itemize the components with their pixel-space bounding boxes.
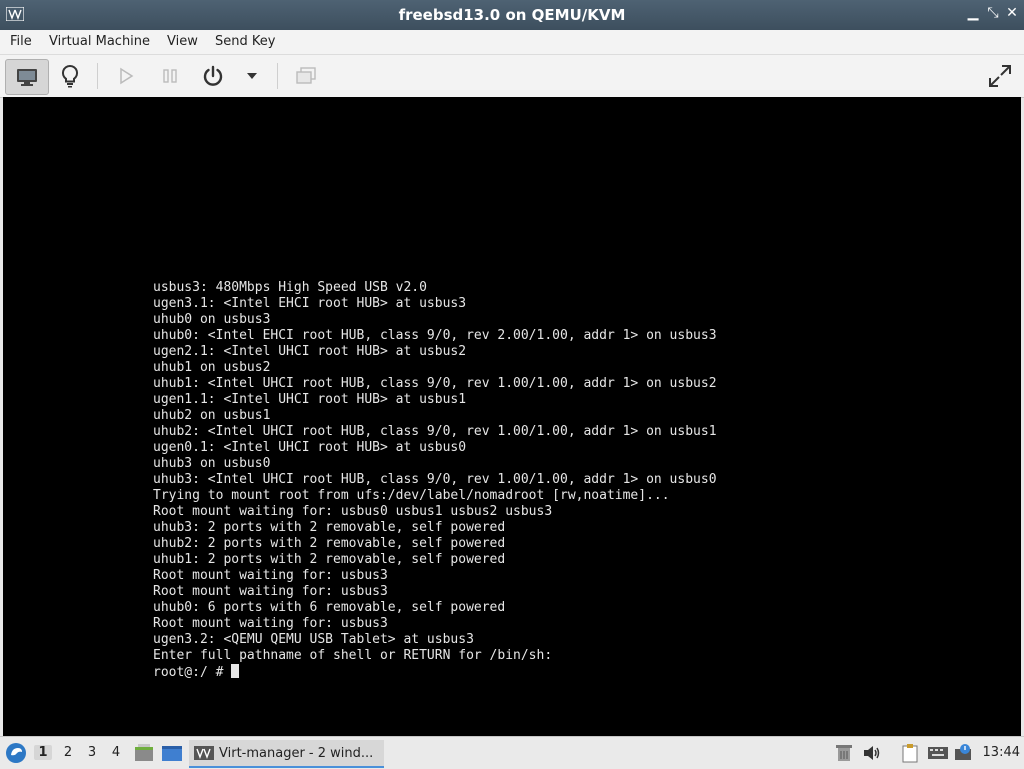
details-button[interactable] [52,59,88,93]
console-line: uhub1: <Intel UHCI root HUB, class 9/0, … [153,376,717,391]
workspace-2-button[interactable]: 2 [59,745,77,760]
file-manager-launcher[interactable] [133,743,155,767]
console-line: uhub3: 2 ports with 2 removable, self po… [153,520,506,535]
fullscreen-button[interactable] [982,59,1018,93]
console-line: ugen1.1: <Intel UHCI root HUB> at usbus1 [153,392,467,407]
chevron-down-icon [247,73,257,79]
pause-button[interactable] [156,59,184,93]
run-button[interactable] [112,59,140,93]
trash-tray-icon[interactable] [835,743,853,767]
console-line: uhub0: 6 ports with 6 removable, self po… [153,600,506,615]
toolbar-separator [97,63,98,89]
console-line: uhub0: <Intel EHCI root HUB, class 9/0, … [153,328,717,343]
play-icon [120,67,134,85]
console-prompt: root@:/ # [153,665,232,680]
console-line: ugen2.1: <Intel UHCI root HUB> at usbus2 [153,344,467,359]
virt-manager-icon [194,746,214,760]
graphical-console-button[interactable] [5,59,49,95]
console-line: uhub2: 2 ports with 2 removable, self po… [153,536,506,551]
taskbar-task-virt-manager[interactable]: Virt-manager - 2 wind... [189,740,384,768]
console-line: uhub1: 2 ports with 2 removable, self po… [153,552,506,567]
lightbulb-icon [61,64,79,88]
window-titlebar[interactable]: freebsd13.0 on QEMU/KVM ▁ ⤡ ✕ [0,0,1024,30]
volume-button[interactable] [862,743,882,767]
clipboard-icon [902,744,918,763]
text-cursor [231,664,240,678]
taskbar: 1 2 3 4 Virt-manager - 2 wind... 13:44 [0,736,1024,769]
clipboard-button[interactable] [900,743,920,767]
workspace-3-button[interactable]: 3 [83,745,101,760]
console-line: ugen3.2: <QEMU QEMU USB Tablet> at usbus… [153,632,474,647]
shutdown-menu-button[interactable] [240,59,264,93]
shutdown-button[interactable] [198,59,228,93]
toolbar-separator [277,63,278,89]
vm-console[interactable]: usbus3: 480Mbps High Speed USB v2.0 ugen3… [3,97,1021,736]
fullscreen-icon [989,65,1011,87]
workspace-4-button[interactable]: 4 [107,745,125,760]
maximize-icon[interactable]: ⤡ [984,5,1002,21]
menu-file[interactable]: File [10,34,32,49]
trash-icon [836,745,852,761]
menu-send-key[interactable]: Send Key [215,34,275,49]
minimize-icon[interactable]: ▁ [964,5,982,21]
toolbar [0,55,1024,98]
window-title: freebsd13.0 on QEMU/KVM [398,6,626,24]
desktop-launcher[interactable] [161,743,183,767]
console-line: uhub3: <Intel UHCI root HUB, class 9/0, … [153,472,717,487]
console-line: ugen3.1: <Intel EHCI root HUB> at usbus3 [153,296,467,311]
console-line: uhub2: <Intel UHCI root HUB, class 9/0, … [153,424,717,439]
console-line: Root mount waiting for: usbus3 [153,616,388,631]
lxqt-start-icon [6,743,26,763]
task-label: Virt-manager - 2 wind... [219,745,374,761]
update-notifier-button[interactable] [953,743,973,767]
console-line: ugen0.1: <Intel UHCI root HUB> at usbus0 [153,440,467,455]
console-line: uhub2 on usbus1 [153,408,271,423]
console-line: Root mount waiting for: usbus0 usbus1 us… [153,504,553,519]
monitor-icon [17,69,37,86]
menu-virtual-machine[interactable]: Virtual Machine [49,34,150,49]
console-line: Trying to mount root from ufs:/dev/label… [153,488,670,503]
workspace-1-button[interactable]: 1 [34,745,52,760]
console-output: usbus3: 480Mbps High Speed USB v2.0 ugen3… [153,280,717,681]
show-desktop-icon [162,746,182,761]
snapshots-button[interactable] [291,59,321,93]
power-icon [203,65,223,86]
console-prompt-line[interactable]: root@:/ # [153,664,717,681]
pause-icon [163,69,177,83]
console-line: uhub0 on usbus3 [153,312,271,327]
menubar: File Virtual Machine View Send Key [0,30,1024,55]
menu-view[interactable]: View [167,34,198,49]
clock[interactable]: 13:44 [983,745,1020,760]
console-line: Enter full pathname of shell or RETURN f… [153,648,553,663]
console-line: uhub1 on usbus2 [153,360,271,375]
close-icon[interactable]: ✕ [1003,5,1021,21]
console-line: Root mount waiting for: usbus3 [153,584,388,599]
notification-icon [955,744,971,760]
volume-icon [864,746,880,760]
start-menu-button[interactable] [5,742,27,768]
snapshot-icon [296,67,316,84]
console-line: usbus3: 480Mbps High Speed USB v2.0 [153,280,427,295]
file-manager-icon [135,744,153,761]
keyboard-layout-button[interactable] [927,743,949,767]
keyboard-icon [928,747,948,759]
console-line: Root mount waiting for: usbus3 [153,568,388,583]
console-line: uhub3 on usbus0 [153,456,271,471]
